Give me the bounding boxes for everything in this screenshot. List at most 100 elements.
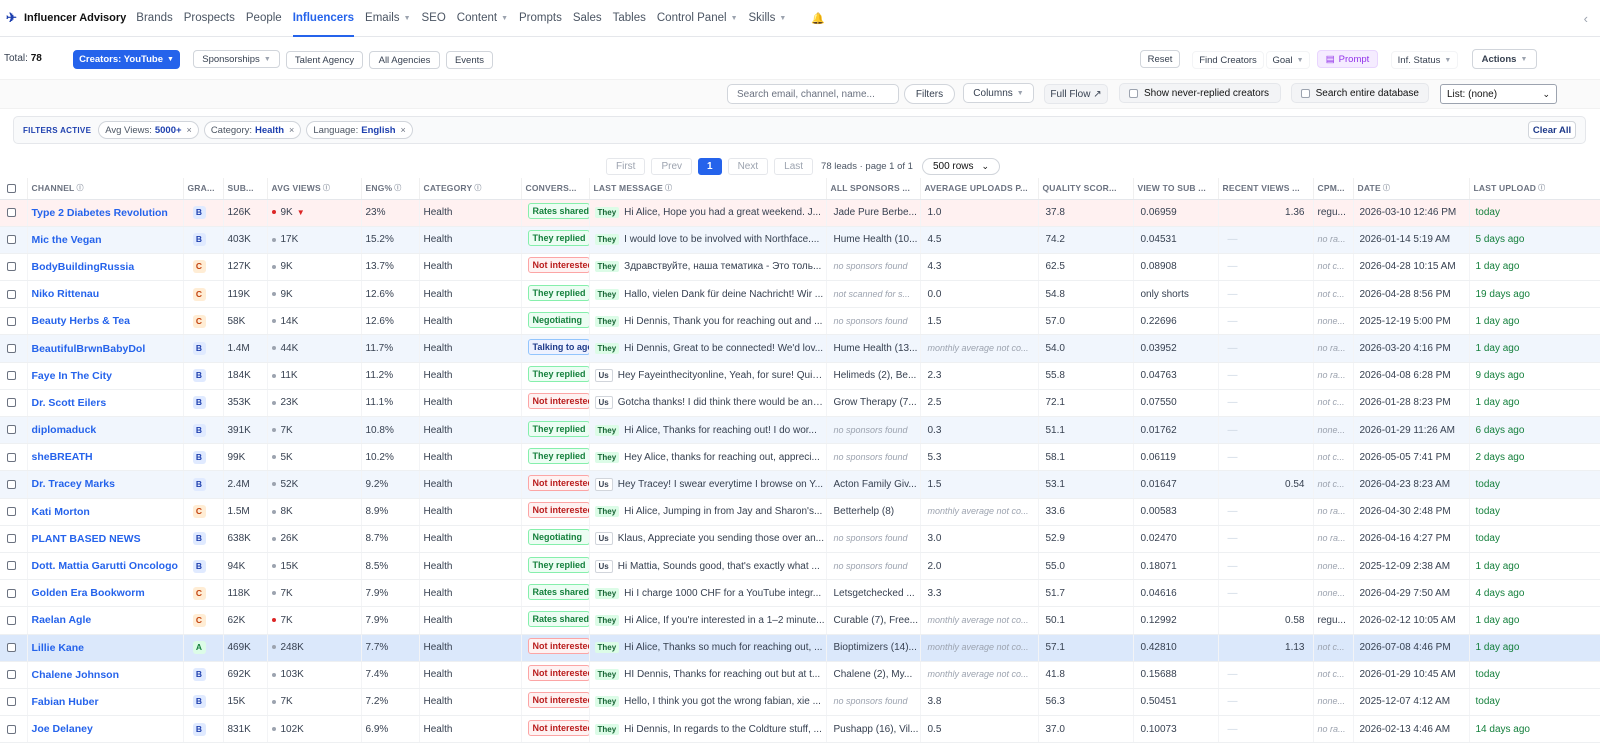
row-checkbox[interactable] bbox=[7, 507, 16, 517]
row-checkbox[interactable] bbox=[7, 398, 16, 408]
channel-cell[interactable]: PLANT BASED NEWS bbox=[27, 525, 184, 553]
column-header[interactable]: AVERAGE UPLOADS P... bbox=[920, 178, 1039, 200]
last-message-cell[interactable]: They Hi Dennis, Great to be connected! We… bbox=[589, 334, 827, 363]
find-creators-button[interactable]: Find Creators bbox=[1192, 51, 1264, 69]
column-header[interactable]: RECENT VIEWS ... bbox=[1218, 178, 1314, 200]
channel-link[interactable]: sheBREATH bbox=[32, 451, 93, 463]
channel-cell[interactable]: Type 2 Diabetes Revolution bbox=[27, 199, 184, 227]
channel-link[interactable]: Beauty Herbs & Tea bbox=[32, 315, 130, 327]
channel-cell[interactable]: Dr. Tracey Marks bbox=[27, 470, 184, 499]
last-message-cell[interactable]: Us Klaus, Appreciate you sending those ov… bbox=[589, 525, 827, 553]
last-message-cell[interactable]: They Hi Alice, Thanks so much for reachin… bbox=[589, 634, 827, 662]
last-page-button[interactable]: Last bbox=[774, 157, 814, 175]
brand[interactable]: ✈ Influencer Advisory bbox=[6, 11, 126, 24]
row-checkbox[interactable] bbox=[7, 724, 16, 734]
channel-link[interactable]: Chalene Johnson bbox=[32, 669, 120, 681]
close-icon[interactable]: × bbox=[401, 125, 406, 135]
entire-db-toggle[interactable]: Search entire database bbox=[1291, 83, 1429, 103]
events-button[interactable]: Events bbox=[446, 51, 493, 69]
channel-cell[interactable]: BeautifulBrwnBabyDol bbox=[27, 334, 184, 363]
last-message-cell[interactable]: They Hey Alice, thanks for reaching out, … bbox=[589, 443, 827, 472]
bell-icon[interactable]: 🔔 bbox=[811, 12, 825, 25]
channel-cell[interactable]: Lillie Kane bbox=[27, 634, 184, 662]
table-row[interactable]: Mic the Vegan B 403K 17K 15.2% Health They rep… bbox=[0, 226, 1600, 254]
last-message-cell[interactable]: They Hi Alice, If you're interested in a … bbox=[589, 606, 827, 635]
column-header[interactable]: ALL SPONSORS ... bbox=[826, 178, 921, 200]
entire-db-checkbox[interactable] bbox=[1301, 88, 1310, 98]
row-checkbox[interactable] bbox=[7, 425, 16, 435]
select-all-checkbox[interactable] bbox=[7, 184, 16, 194]
filter-chip[interactable]: Avg Views: 5000+ × bbox=[98, 121, 199, 139]
nav-item-influencers[interactable]: Influencers bbox=[292, 0, 355, 37]
table-row[interactable]: Type 2 Diabetes Revolution B 126K 9K ▼ 23% Hea… bbox=[0, 199, 1600, 227]
channel-cell[interactable]: Fabian Huber bbox=[27, 688, 184, 717]
all-agencies-button[interactable]: All Agencies bbox=[369, 51, 440, 69]
column-header[interactable]: LAST UPLOAD ⓘ bbox=[1469, 178, 1600, 200]
prev-page-button[interactable]: Prev bbox=[651, 157, 693, 175]
row-checkbox[interactable] bbox=[7, 235, 16, 245]
last-message-cell[interactable]: They Hi Dennis, In regards to the Coldtur… bbox=[589, 715, 827, 744]
row-checkbox[interactable] bbox=[7, 343, 16, 353]
never-replied-toggle[interactable]: Show never-replied creators bbox=[1119, 83, 1281, 103]
row-checkbox[interactable] bbox=[7, 642, 16, 652]
column-header[interactable]: CPM... bbox=[1313, 178, 1354, 200]
channel-link[interactable]: Type 2 Diabetes Revolution bbox=[32, 207, 168, 219]
table-row[interactable]: Fabian Huber B 15K 7K 7.2% Health Not interest… bbox=[0, 688, 1600, 717]
last-message-cell[interactable]: They Hi Alice, Hope you had a great weeke… bbox=[589, 199, 827, 227]
row-checkbox[interactable] bbox=[7, 670, 16, 680]
last-message-cell[interactable]: They I would love to be involved with Nor… bbox=[589, 226, 827, 254]
table-row[interactable]: Dr. Tracey Marks B 2.4M 52K 9.2% Health Not in… bbox=[0, 470, 1600, 499]
last-message-cell[interactable]: They Hello, I think you got the wrong fab… bbox=[589, 688, 827, 717]
channel-link[interactable]: Kati Morton bbox=[32, 506, 90, 518]
nav-item-emails[interactable]: Emails ▼ bbox=[365, 0, 410, 37]
table-row[interactable]: Beauty Herbs & Tea C 58K 14K 12.6% Health Nego… bbox=[0, 307, 1600, 336]
clear-all-button[interactable]: Clear All bbox=[1528, 121, 1576, 139]
row-checkbox[interactable] bbox=[7, 452, 16, 462]
channel-link[interactable]: Fabian Huber bbox=[32, 696, 99, 708]
row-checkbox[interactable] bbox=[7, 371, 16, 381]
table-row[interactable]: Dr. Scott Eilers B 353K 23K 11.1% Health Not i… bbox=[0, 389, 1600, 418]
last-message-cell[interactable]: Us Hey Fayeinthecityonline, Yeah, for sur… bbox=[589, 362, 827, 390]
close-icon[interactable]: × bbox=[187, 125, 192, 135]
last-message-cell[interactable]: They Hi Alice, Thanks for reaching out! I… bbox=[589, 416, 827, 445]
inf-status-dropdown[interactable]: Inf. Status ▼ bbox=[1391, 51, 1458, 69]
table-row[interactable]: Kati Morton C 1.5M 8K 8.9% Health Not interest… bbox=[0, 498, 1600, 526]
last-message-cell[interactable]: They Hi Dennis, Thank you for reaching ou… bbox=[589, 307, 827, 336]
talent-agency-button[interactable]: Talent Agency bbox=[286, 51, 363, 69]
channel-cell[interactable]: Mic the Vegan bbox=[27, 226, 184, 254]
sponsorships-dropdown[interactable]: Sponsorships ▼ bbox=[193, 50, 280, 68]
row-checkbox[interactable] bbox=[7, 534, 16, 544]
column-header[interactable]: CONVERS... bbox=[521, 178, 590, 200]
nav-item-tables[interactable]: Tables bbox=[613, 0, 646, 37]
channel-link[interactable]: Dr. Tracey Marks bbox=[32, 478, 115, 490]
channel-link[interactable]: Golden Era Bookworm bbox=[32, 587, 145, 599]
column-header[interactable]: CATEGORY ⓘ bbox=[419, 178, 522, 200]
column-header[interactable]: VIEW TO SUB ... bbox=[1133, 178, 1219, 200]
channel-link[interactable]: Niko Rittenau bbox=[32, 288, 100, 300]
filter-chip[interactable]: Language: English × bbox=[306, 121, 413, 139]
row-checkbox[interactable] bbox=[7, 262, 16, 272]
table-row[interactable]: sheBREATH B 99K 5K 10.2% Health They replied Th… bbox=[0, 443, 1600, 472]
channel-cell[interactable]: Golden Era Bookworm bbox=[27, 579, 184, 608]
channel-cell[interactable]: Kati Morton bbox=[27, 498, 184, 526]
columns-dropdown[interactable]: Columns ▼ bbox=[963, 83, 1034, 103]
last-message-cell[interactable]: Us Gotcha thanks! I did think there would… bbox=[589, 389, 827, 418]
channel-link[interactable]: Faye In The City bbox=[32, 370, 113, 382]
channel-link[interactable]: Joe Delaney bbox=[32, 723, 93, 735]
row-checkbox[interactable] bbox=[7, 615, 16, 625]
channel-cell[interactable]: Raelan Agle bbox=[27, 606, 184, 635]
channel-link[interactable]: BeautifulBrwnBabyDol bbox=[32, 343, 146, 355]
channel-link[interactable]: Dr. Scott Eilers bbox=[32, 397, 107, 409]
nav-item-prospects[interactable]: Prospects bbox=[184, 0, 235, 37]
nav-item-people[interactable]: People bbox=[246, 0, 282, 37]
channel-cell[interactable]: sheBREATH bbox=[27, 443, 184, 472]
table-row[interactable]: BeautifulBrwnBabyDol B 1.4M 44K 11.7% Health T… bbox=[0, 334, 1600, 363]
channel-cell[interactable]: diplomaduck bbox=[27, 416, 184, 445]
channel-link[interactable]: Raelan Agle bbox=[32, 614, 92, 626]
column-header[interactable]: SUB... bbox=[223, 178, 268, 200]
creators-dropdown[interactable]: Creators: YouTube ▼ bbox=[73, 50, 180, 69]
first-page-button[interactable]: First bbox=[606, 157, 646, 175]
table-row[interactable]: Faye In The City B 184K 11K 11.2% Health They … bbox=[0, 362, 1600, 390]
column-header[interactable]: AVG VIEWS ⓘ bbox=[267, 178, 362, 200]
column-header[interactable]: GRA... bbox=[183, 178, 224, 200]
